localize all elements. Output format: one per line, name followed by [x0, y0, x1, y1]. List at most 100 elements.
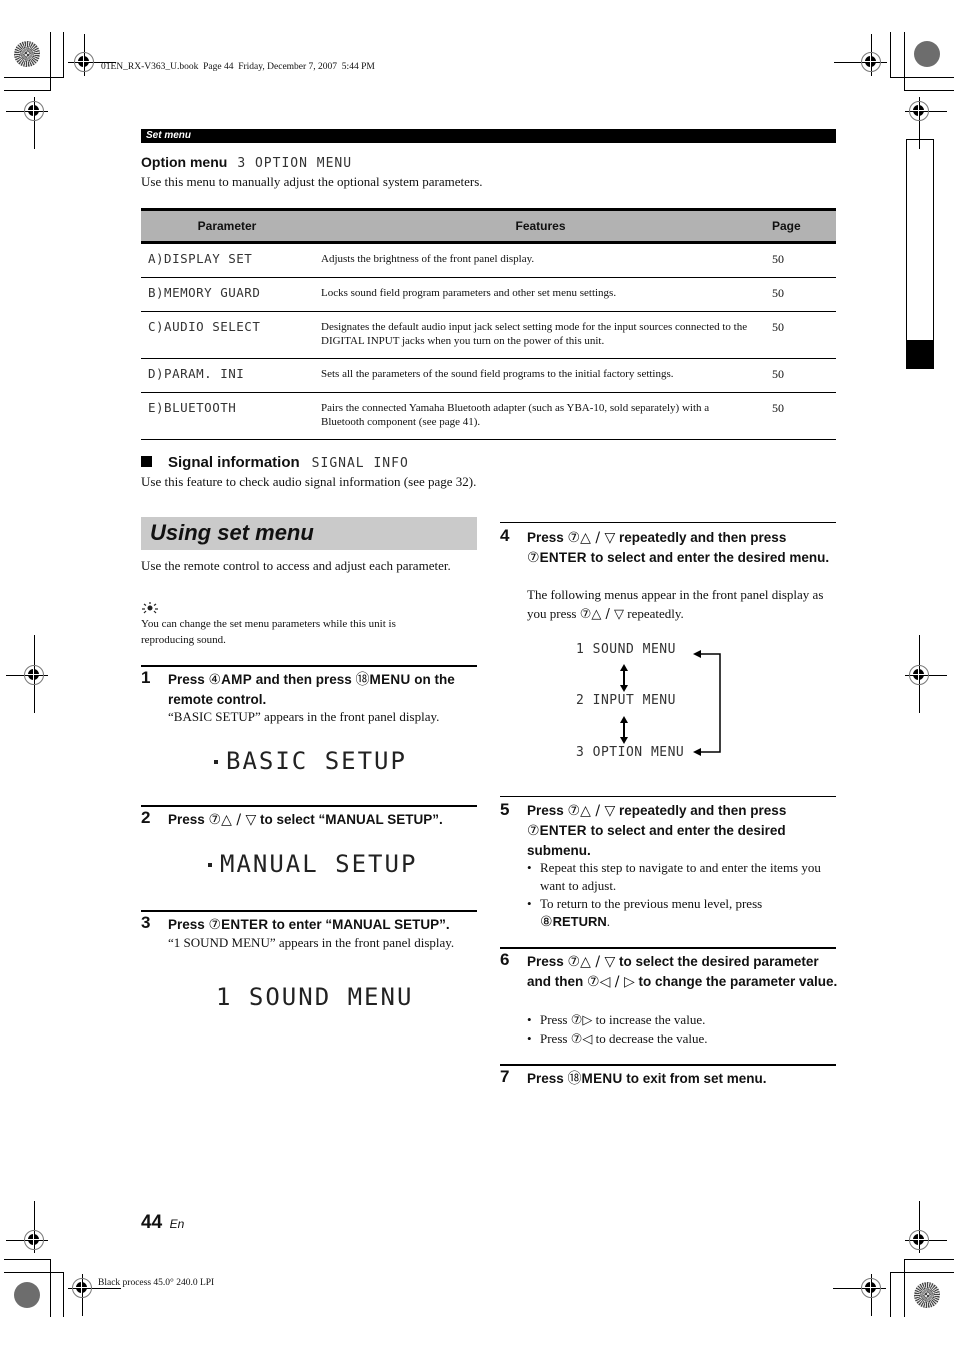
language-code: En [169, 1217, 185, 1231]
parameter-cell: C)AUDIO SELECT [141, 311, 313, 359]
remote-key-7-icon: ⑦ [587, 974, 600, 990]
crop-mark [904, 1259, 954, 1260]
signal-info-title: Signal information [168, 454, 300, 471]
signal-info-description: Use this feature to check audio signal i… [141, 474, 477, 489]
step-divider [141, 805, 477, 807]
text: to enter “MANUAL SETUP”. [268, 917, 450, 932]
color-target-bottom-right [914, 1282, 940, 1308]
loop-arrow-icon [693, 650, 721, 756]
text: repeatedly. [624, 606, 684, 621]
text: Press [527, 803, 568, 818]
step-5-bullets: Repeat this step to navigate to and ente… [527, 859, 832, 931]
option-menu-title: Option menu [141, 154, 228, 170]
using-set-menu-heading-bar: Using set menu [141, 517, 477, 550]
thumb-tab-marker [907, 340, 933, 368]
text: repeatedly and then press [615, 530, 787, 545]
text: to change the parameter value. [634, 974, 838, 989]
color-target-top-right [914, 41, 940, 67]
enter-key-label: ENTER [539, 823, 587, 838]
page-footer: 44 En [141, 1212, 184, 1234]
step-4-body: The following menus appear in the front … [527, 585, 827, 624]
right-key-icon: ⑦▷ [570, 1013, 593, 1028]
amp-key-label: AMP [221, 672, 253, 687]
crop-mark [890, 1272, 954, 1273]
crop-mark [890, 1272, 891, 1317]
step-divider [500, 522, 836, 523]
enter-key-label: ENTER [539, 550, 587, 565]
crop-mark [890, 77, 954, 78]
bullet-item: To return to the previous menu level, pr… [527, 895, 832, 931]
feature-cell: Designates the default audio input jack … [313, 311, 768, 359]
crop-mark [890, 32, 891, 78]
signal-info-heading: Signal information SIGNAL INFO [141, 454, 409, 471]
remote-key-18-icon: ⑱ [355, 672, 370, 688]
left-key-icon: ⑦◁ [570, 1032, 593, 1047]
remote-key-7-icon: ⑦ [527, 550, 540, 566]
remote-key-4-icon: ④ [208, 672, 222, 688]
section-header-bar: Set menu [141, 129, 836, 143]
step-number: 7 [500, 1067, 510, 1086]
bullet-item: Repeat this step to navigate to and ente… [527, 859, 832, 895]
text: Press [540, 1012, 571, 1027]
square-bullet-icon [141, 456, 152, 467]
table-row: B)MEMORY GUARD Locks sound field program… [141, 277, 836, 312]
text: Press [527, 954, 568, 969]
step-7-instruction: Press ⑱MENU to exit from set menu. [527, 1069, 836, 1089]
text: to exit from set menu. [622, 1071, 767, 1086]
page-cell: 50 [768, 392, 836, 440]
parameter-cell: E)BLUETOOTH [141, 392, 313, 440]
remote-key-7-icon: ⑦ [567, 530, 581, 546]
step-divider [500, 1064, 836, 1066]
crop-mark [63, 1272, 64, 1317]
menu-key-label: MENU [369, 672, 411, 687]
color-target-top-left [14, 41, 40, 67]
up-down-arrow-icon: △ / ▽ [580, 803, 616, 819]
column-header-parameter: Parameter [141, 208, 313, 244]
step-6-instruction: Press ⑦△ / ▽ to select the desired param… [527, 952, 839, 992]
option-menu-heading: Option menu 3 OPTION MENU [141, 154, 352, 171]
tip-text: You can change the set menu parameters w… [141, 618, 396, 646]
step-divider [500, 947, 836, 949]
step-number: 5 [500, 800, 510, 819]
text: to increase the value. [592, 1012, 706, 1027]
crop-mark [50, 32, 51, 91]
chapter-thumb-tab [906, 139, 934, 369]
crop-mark [4, 1272, 64, 1273]
display-text: 1 SOUND MENU [216, 983, 414, 1011]
step-divider [500, 796, 836, 797]
crop-mark [4, 77, 64, 78]
step-number: 3 [141, 913, 151, 932]
step-number: 6 [500, 950, 510, 969]
step-2-instruction: Press ⑦△ / ▽ to select “MANUAL SETUP”. [168, 810, 473, 830]
table-row: D)PARAM. INI Sets all the parameters of … [141, 358, 836, 393]
text: Press [168, 812, 209, 827]
column-header-page: Page [768, 208, 836, 244]
feature-cell: Pairs the connected Yamaha Bluetooth ada… [313, 392, 768, 440]
print-slug-top: 01EN_RX-V363_U.book Page 44 Friday, Dece… [101, 62, 375, 72]
crop-mark [904, 90, 954, 91]
crop-mark [904, 1259, 905, 1317]
remote-key-8-icon: ⑧ [540, 914, 553, 930]
page-cell: 50 [768, 277, 836, 312]
signal-info-display-label: SIGNAL INFO [311, 456, 409, 471]
text: To return to the previous menu level, pr… [540, 896, 763, 911]
step-3-instruction: Press ⑦ENTER to enter “MANUAL SETUP”. [168, 915, 483, 935]
display-text: MANUAL SETUP [220, 850, 418, 878]
display-text: BASIC SETUP [226, 747, 407, 775]
remote-key-7-icon: ⑦ [567, 954, 581, 970]
feature-cell: Locks sound field program parameters and… [313, 277, 768, 312]
crop-mark [63, 32, 64, 78]
text: and then press [252, 672, 356, 687]
feature-cell: Sets all the parameters of the sound fie… [313, 358, 768, 393]
front-panel-display-manual-setup: MANUAL SETUP [208, 850, 417, 878]
step-number: 1 [141, 668, 151, 687]
step-4-instruction: Press ⑦△ / ▽ repeatedly and then press ⑦… [527, 528, 836, 568]
front-panel-display-basic-setup: BASIC SETUP [214, 747, 407, 775]
text: to select “MANUAL SETUP”. [256, 812, 443, 827]
parameter-cell: A)DISPLAY SET [141, 242, 313, 278]
up-down-arrow-icon: △ / ▽ [580, 530, 616, 546]
step-divider [141, 910, 477, 912]
text: to decrease the value. [592, 1031, 708, 1046]
remote-key-7-icon: ⑦ [208, 917, 222, 933]
step-3-body: “1 SOUND MENU” appears in the front pane… [168, 935, 455, 950]
